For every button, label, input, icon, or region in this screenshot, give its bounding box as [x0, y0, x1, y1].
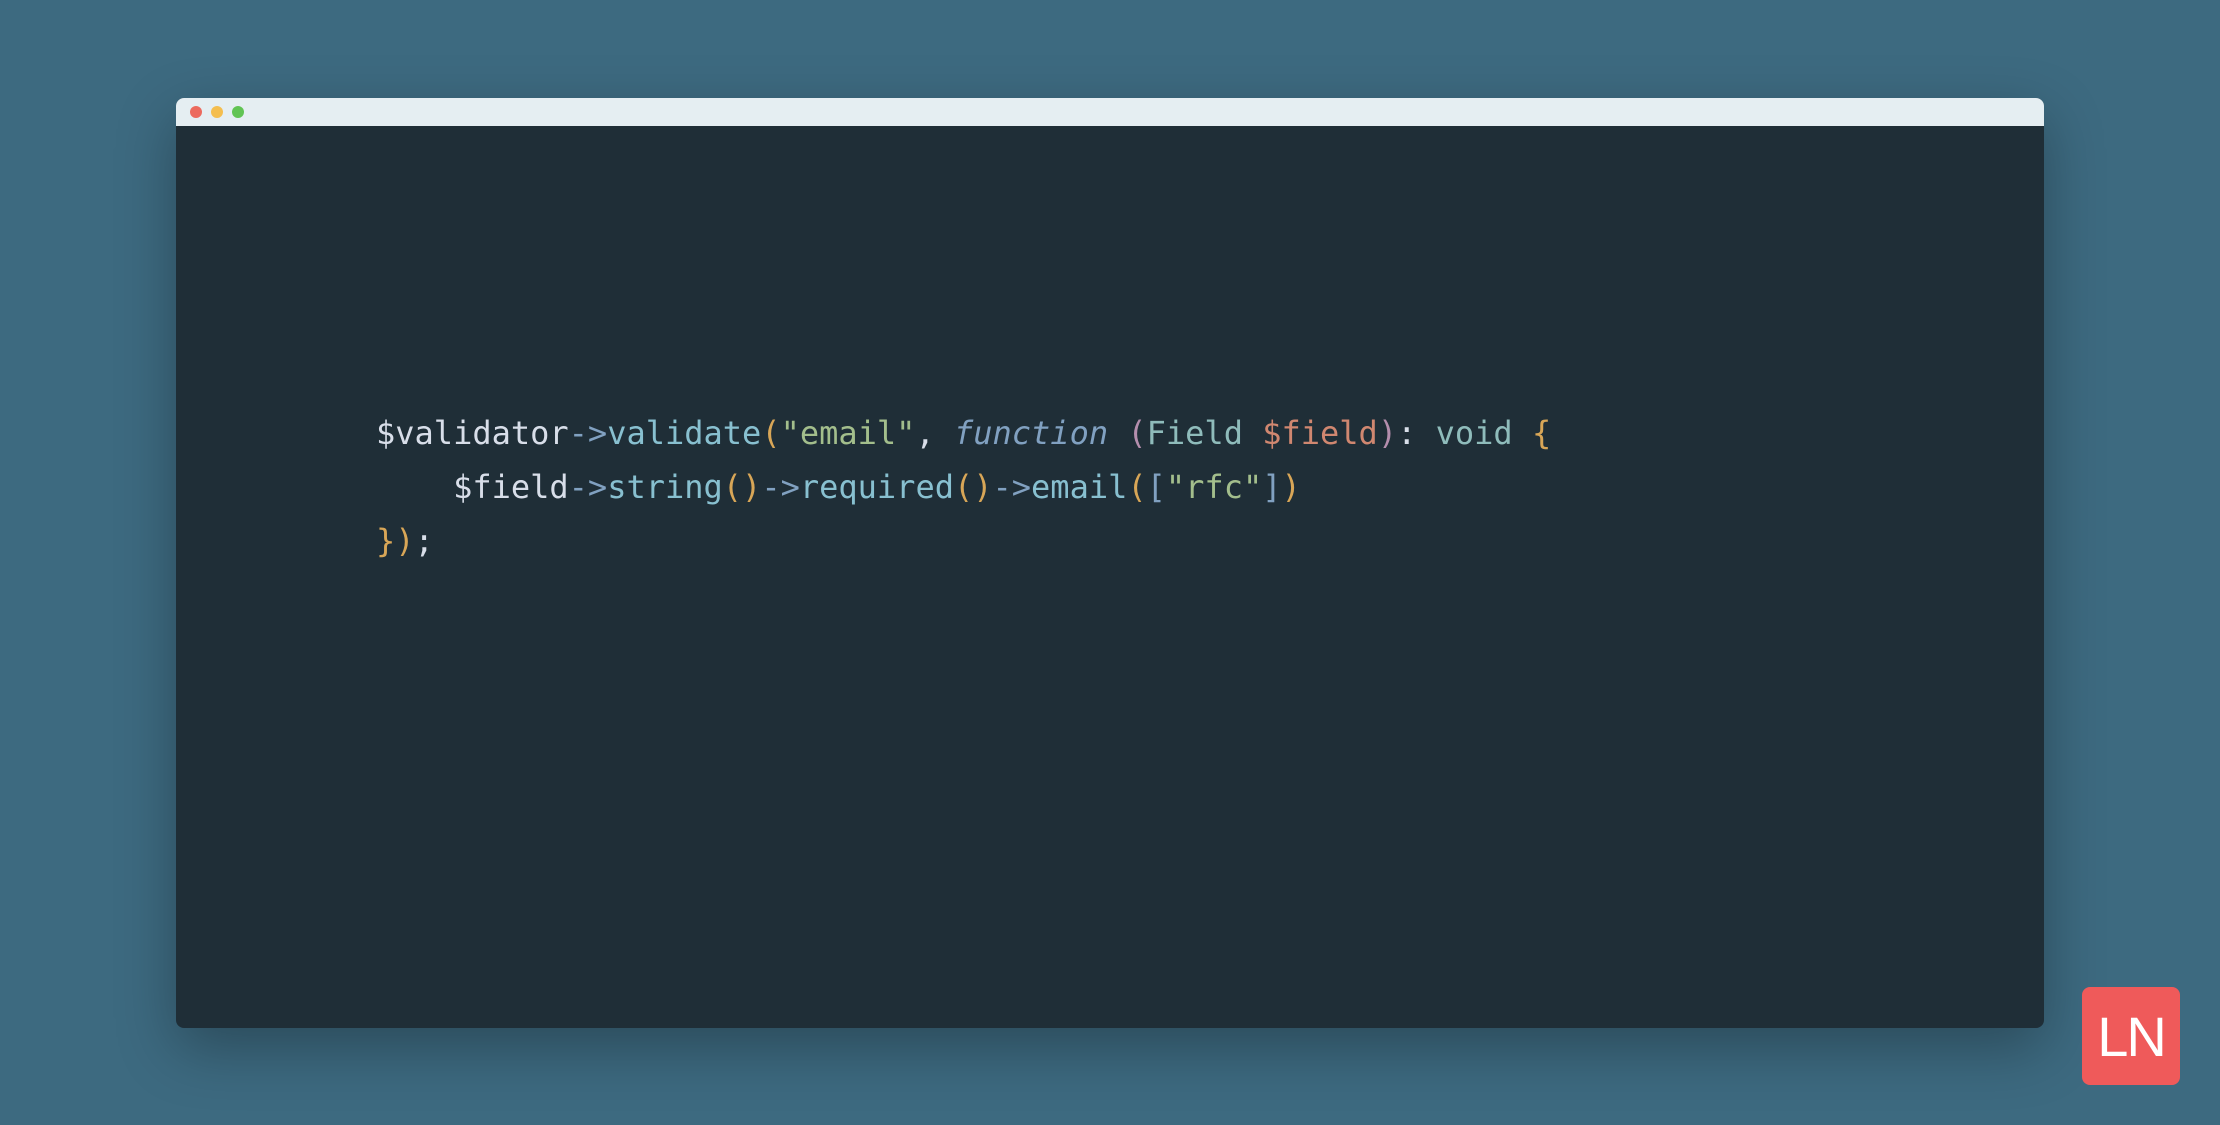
code-line-2: $field->string()->required()->email(["rf…: [376, 468, 1301, 506]
arrow-token: ->: [993, 468, 1032, 506]
string-token: "email": [781, 414, 916, 452]
type-token: Field: [1147, 414, 1263, 452]
method-token: required: [800, 468, 954, 506]
minimize-icon[interactable]: [211, 106, 223, 118]
variable-token: $field: [453, 468, 569, 506]
space-token: [1513, 414, 1532, 452]
window-titlebar: [176, 98, 2044, 126]
code-line-1: $validator->validate("email", function (…: [376, 414, 1551, 452]
brace-token: {: [1532, 414, 1551, 452]
brace-token: }: [376, 522, 395, 560]
keyword-token: function: [954, 414, 1108, 452]
arrow-token: ->: [569, 468, 608, 506]
semicolon-token: ;: [415, 522, 434, 560]
code-window: $validator->validate("email", function (…: [176, 98, 2044, 1028]
bracket-token: [: [1147, 468, 1166, 506]
method-token: validate: [607, 414, 761, 452]
code-editor: $validator->validate("email", function (…: [176, 126, 2044, 569]
method-token: string: [607, 468, 723, 506]
variable-token: $validator: [376, 414, 569, 452]
paren-token: (): [723, 468, 762, 506]
arrow-token: ->: [761, 468, 800, 506]
paren-token: (): [954, 468, 993, 506]
paren-token: ): [1281, 468, 1300, 506]
logo-text: LN: [2097, 1004, 2165, 1069]
paren-token: ): [1378, 414, 1397, 452]
indent-token: [376, 468, 453, 506]
comma-token: ,: [915, 414, 954, 452]
close-icon[interactable]: [190, 106, 202, 118]
arrow-token: ->: [569, 414, 608, 452]
paren-token: (: [1127, 414, 1146, 452]
param-token: $field: [1262, 414, 1378, 452]
type-token: void: [1436, 414, 1513, 452]
code-line-3: });: [376, 522, 434, 560]
maximize-icon[interactable]: [232, 106, 244, 118]
bracket-token: ]: [1262, 468, 1281, 506]
paren-token: (: [761, 414, 780, 452]
string-token: "rfc": [1166, 468, 1262, 506]
paren-token: ): [395, 522, 414, 560]
colon-token: :: [1397, 414, 1436, 452]
method-token: email: [1031, 468, 1127, 506]
space-token: [1108, 414, 1127, 452]
paren-token: (: [1127, 468, 1146, 506]
brand-logo: LN: [2082, 987, 2180, 1085]
